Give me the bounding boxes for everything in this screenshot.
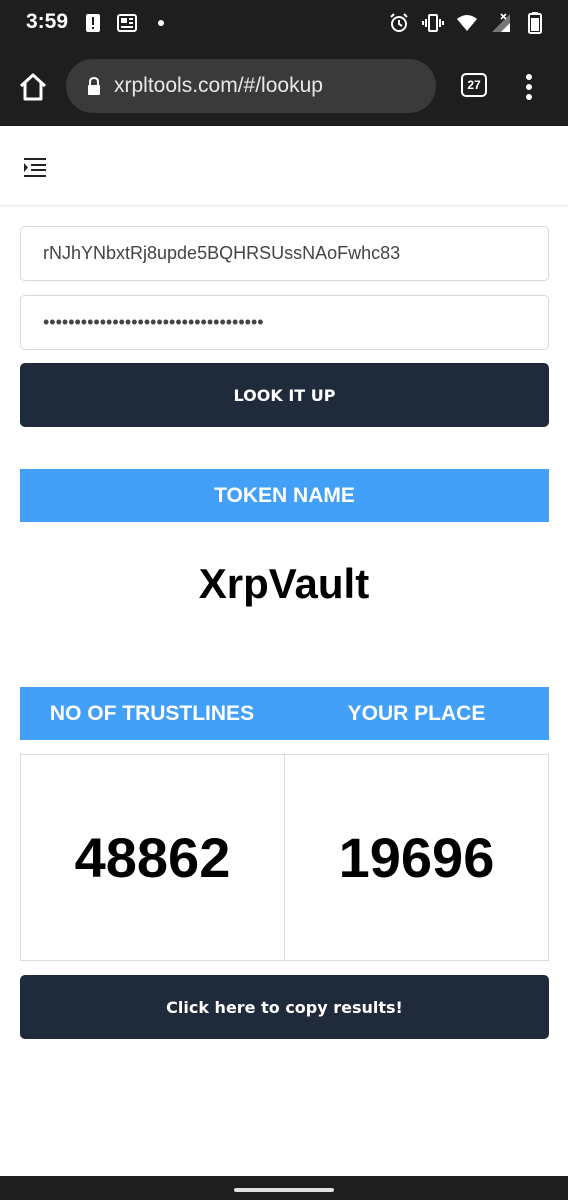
system-nav-bar <box>0 1176 568 1200</box>
address-input[interactable] <box>20 226 549 281</box>
secret-input[interactable] <box>20 295 549 350</box>
news-icon <box>116 12 138 34</box>
lock-icon <box>86 76 102 96</box>
url-text: xrpltools.com/#/lookup <box>114 74 323 97</box>
status-icons-right <box>388 12 546 34</box>
alert-icon <box>82 12 104 34</box>
your-place-header: YOUR PLACE <box>347 701 486 725</box>
look-it-up-button[interactable]: LOOK IT UP <box>20 363 549 427</box>
trustlines-header: NO OF TRUSTLINES <box>49 701 255 725</box>
address-bar[interactable]: xrpltools.com/#/lookup <box>66 59 436 113</box>
status-time: 3:59 <box>26 10 69 33</box>
browser-toolbar: xrpltools.com/#/lookup 27 <box>0 48 568 126</box>
page-header <box>0 126 568 206</box>
signal-icon <box>490 12 512 34</box>
menu-toggle-icon[interactable] <box>22 156 48 178</box>
trustlines-value: 48862 <box>20 754 285 961</box>
home-gesture-handle[interactable] <box>234 1188 334 1192</box>
token-name-header: TOKEN NAME <box>20 469 549 522</box>
token-name-value: XrpVault <box>198 560 370 607</box>
more-menu-icon[interactable] <box>524 72 534 102</box>
your-place-value: 19696 <box>284 754 549 961</box>
wifi-icon <box>456 12 478 34</box>
status-bar: 3:59 <box>0 0 568 48</box>
home-icon[interactable] <box>16 70 50 104</box>
tab-switcher-button[interactable]: 27 <box>461 73 487 97</box>
status-icons-left <box>82 12 172 34</box>
copy-results-button[interactable]: Click here to copy results! <box>20 975 549 1039</box>
dot-icon <box>150 12 172 34</box>
battery-icon <box>524 12 546 34</box>
alarm-icon <box>388 12 410 34</box>
stats-header: NO OF TRUSTLINES YOUR PLACE <box>20 687 549 740</box>
vibrate-icon <box>422 12 444 34</box>
